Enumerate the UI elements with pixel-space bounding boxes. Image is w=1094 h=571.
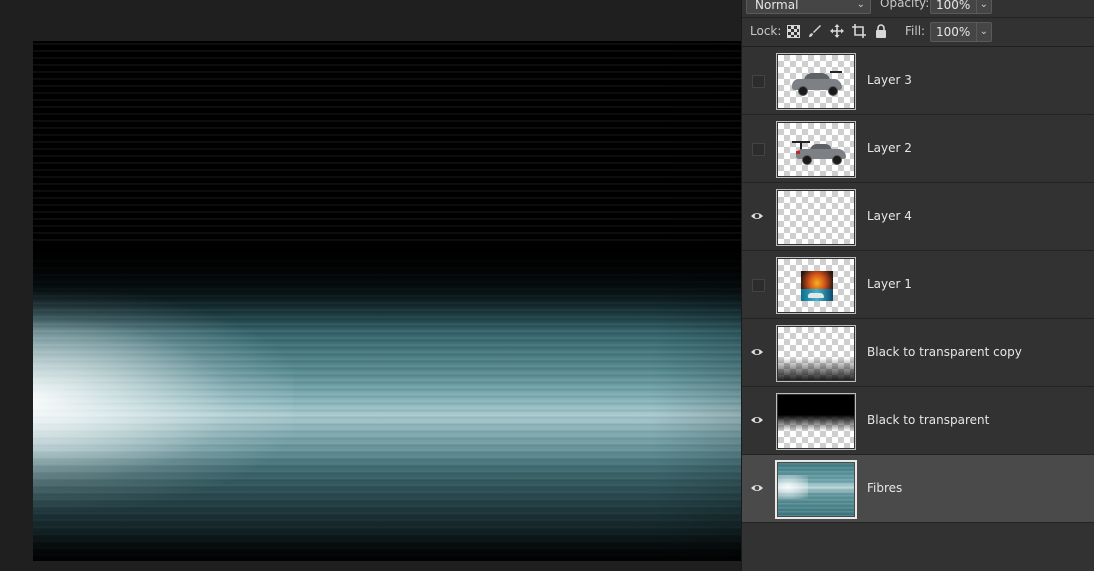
layer-thumbnail[interactable]	[776, 257, 856, 314]
chevron-down-icon: ⌄	[856, 0, 865, 10]
visibility-toggle-off[interactable]	[752, 75, 765, 88]
blend-opacity-row: Normal ⌄ Opacity: 100% ⌄	[742, 0, 1094, 18]
lock-image-pixels-icon[interactable]	[807, 24, 823, 40]
fill-field[interactable]: 100% ⌄	[930, 22, 992, 42]
layer-thumbnail[interactable]	[776, 189, 856, 246]
layer-row[interactable]: Layer 3	[742, 47, 1094, 115]
fill-value: 100%	[936, 25, 971, 39]
chevron-down-icon[interactable]: ⌄	[980, 23, 988, 41]
blend-mode-select[interactable]: Normal ⌄	[746, 0, 871, 14]
layer-row[interactable]: Layer 1	[742, 251, 1094, 319]
blend-mode-value: Normal	[755, 0, 799, 12]
document-workspace	[0, 0, 741, 571]
eye-icon[interactable]	[750, 345, 764, 359]
layer-row[interactable]: Black to transparent copy	[742, 319, 1094, 387]
layer-name[interactable]: Black to transparent copy	[867, 345, 1022, 359]
layer-thumbnail[interactable]	[776, 121, 856, 178]
layer-name[interactable]: Fibres	[867, 481, 902, 495]
layer-row-selected[interactable]: Fibres	[742, 455, 1094, 523]
lock-all-icon[interactable]	[873, 24, 889, 40]
opacity-label: Opacity:	[880, 0, 930, 10]
layer-name[interactable]: Layer 2	[867, 141, 912, 155]
layer-name[interactable]: Black to transparent	[867, 413, 989, 427]
visibility-toggle-off[interactable]	[752, 279, 765, 292]
layers-panel: Normal ⌄ Opacity: 100% ⌄ Lock: Fill: 100…	[741, 0, 1094, 571]
layer-row[interactable]: Black to transparent	[742, 387, 1094, 455]
opacity-value: 100%	[936, 0, 971, 12]
lock-transparent-pixels-icon[interactable]	[785, 24, 801, 40]
chevron-down-icon[interactable]: ⌄	[980, 0, 988, 15]
layer-thumbnail[interactable]	[776, 393, 856, 450]
lock-position-icon[interactable]	[829, 24, 845, 40]
layer-row[interactable]: Layer 4	[742, 183, 1094, 251]
lock-label: Lock:	[750, 24, 782, 38]
lock-artboard-icon[interactable]	[851, 24, 867, 40]
lock-fill-row: Lock: Fill: 100% ⌄	[742, 18, 1094, 47]
layer-name[interactable]: Layer 1	[867, 277, 912, 291]
layer-thumbnail[interactable]	[775, 460, 857, 519]
image-canvas[interactable]	[33, 41, 741, 561]
layer-thumbnail[interactable]	[776, 53, 856, 110]
eye-icon[interactable]	[750, 209, 764, 223]
fill-label: Fill:	[905, 24, 926, 38]
opacity-field[interactable]: 100% ⌄	[930, 0, 992, 14]
layer-row[interactable]: Layer 2	[742, 115, 1094, 183]
layer-name[interactable]: Layer 3	[867, 73, 912, 87]
layer-thumbnail[interactable]	[776, 325, 856, 382]
layer-name[interactable]: Layer 4	[867, 209, 912, 223]
car-icon	[788, 71, 844, 96]
eye-icon[interactable]	[750, 413, 764, 427]
black-gradient-bottom	[33, 451, 741, 561]
black-gradient-top	[33, 241, 741, 331]
eye-icon[interactable]	[750, 481, 764, 495]
visibility-toggle-off[interactable]	[752, 143, 765, 156]
car-icon	[792, 141, 848, 165]
fire-car-image	[801, 271, 833, 301]
layers-list: Layer 3 Layer 2 Layer 4 Layer 1 Black to…	[742, 47, 1094, 523]
